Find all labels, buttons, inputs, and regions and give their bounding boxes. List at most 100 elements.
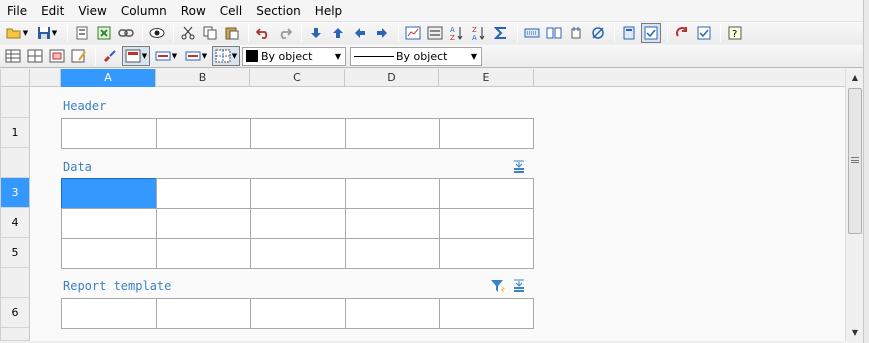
cell-d5[interactable] [345, 238, 440, 269]
vertical-scrollbar[interactable]: ▲ ▼ [845, 69, 863, 341]
column-header-e[interactable]: E [439, 69, 534, 87]
cell-e6[interactable] [439, 298, 534, 329]
null-button[interactable] [588, 23, 608, 43]
section-settings-icon[interactable] [511, 278, 527, 294]
calculator-button[interactable] [619, 23, 639, 43]
toolbar-separator [301, 24, 302, 42]
toolbar-separator [517, 24, 518, 42]
export-excel-button[interactable] [94, 23, 114, 43]
toolbar-separator [173, 24, 174, 42]
scroll-up-icon[interactable]: ▲ [846, 69, 864, 86]
menu-help[interactable]: Help [308, 0, 349, 22]
database-icon [571, 27, 581, 39]
cut-button[interactable] [178, 23, 198, 43]
cell-a6[interactable] [61, 298, 157, 329]
preview-button[interactable] [147, 23, 167, 43]
cell-c1[interactable] [250, 118, 346, 149]
cell-d3[interactable] [345, 178, 440, 209]
column-header-d[interactable]: D [345, 69, 439, 87]
help-button[interactable]: ? [725, 23, 745, 43]
cell-e1[interactable] [439, 118, 534, 149]
sum-button[interactable] [491, 23, 511, 43]
cell-b5[interactable] [156, 238, 251, 269]
scroll-thumb[interactable] [848, 88, 862, 234]
cell-b3[interactable] [156, 178, 251, 209]
move-up-button[interactable] [328, 23, 348, 43]
scroll-down-icon[interactable]: ▼ [846, 324, 864, 341]
cell-a3[interactable] [61, 178, 157, 209]
row-header-5[interactable]: 5 [1, 238, 30, 268]
cell-e5[interactable] [439, 238, 534, 269]
line-color-button[interactable]: ▼ [182, 46, 210, 66]
paste-button[interactable] [222, 23, 242, 43]
move-right-button[interactable] [372, 23, 392, 43]
line-style-button[interactable]: ▼ [152, 46, 180, 66]
grid-corner[interactable] [1, 69, 30, 87]
edit-cell-button[interactable] [69, 46, 89, 66]
arrow-left-icon [355, 28, 365, 38]
properties-button[interactable] [72, 23, 92, 43]
cell-a5[interactable] [61, 238, 157, 269]
border-style-button[interactable]: ▼ [122, 46, 150, 66]
svg-text:?: ? [732, 29, 737, 40]
format-painter-button[interactable] [100, 46, 120, 66]
redo-button[interactable] [275, 23, 295, 43]
form-button[interactable] [425, 23, 445, 43]
column-header-b[interactable]: B [156, 69, 250, 87]
open-folder-button[interactable]: ▼ [3, 23, 31, 43]
undo-icon [256, 28, 268, 39]
cell-c6[interactable] [250, 298, 346, 329]
cell-e3[interactable] [439, 178, 534, 209]
cell-b6[interactable] [156, 298, 251, 329]
filter-icon[interactable] [490, 278, 506, 294]
split-cell-button[interactable] [25, 46, 45, 66]
check-button[interactable] [694, 23, 714, 43]
menu-row[interactable]: Row [174, 0, 213, 22]
column-header-c[interactable]: C [250, 69, 345, 87]
fill-color-select[interactable]: By object ▼ [242, 46, 346, 66]
cell-a4[interactable] [61, 208, 157, 239]
move-left-button[interactable] [350, 23, 370, 43]
insert-column-button[interactable] [3, 46, 23, 66]
menu-column[interactable]: Column [114, 0, 174, 22]
cell-d4[interactable] [345, 208, 440, 239]
copy-button[interactable] [200, 23, 220, 43]
line-type-select[interactable]: By object ▼ [350, 46, 482, 66]
row-header-1[interactable]: 1 [1, 118, 30, 148]
menu-cell[interactable]: Cell [213, 0, 249, 22]
cell-c4[interactable] [250, 208, 346, 239]
cell-b4[interactable] [156, 208, 251, 239]
cell-c5[interactable] [250, 238, 346, 269]
section-settings-icon[interactable] [511, 159, 527, 175]
refresh-button[interactable] [672, 23, 692, 43]
refresh-icon [676, 27, 687, 37]
move-down-button[interactable] [306, 23, 326, 43]
grid-lines-button[interactable]: ▼ [212, 46, 240, 66]
merge-cell-button[interactable] [47, 46, 67, 66]
cell-e4[interactable] [439, 208, 534, 239]
sort-ascending-button[interactable]: AZ [447, 23, 467, 43]
book-button[interactable] [544, 23, 564, 43]
menu-edit[interactable]: Edit [34, 0, 71, 22]
column-header-a[interactable]: A [61, 69, 156, 87]
menu-section[interactable]: Section [249, 0, 308, 22]
row-header-3[interactable]: 3 [1, 178, 30, 208]
menu-view[interactable]: View [71, 0, 113, 22]
cell-a1[interactable] [61, 118, 157, 149]
fill-color-swatch [246, 50, 258, 62]
database-button[interactable] [566, 23, 586, 43]
cell-d6[interactable] [345, 298, 440, 329]
checkbox-toggle-button[interactable] [641, 23, 661, 43]
keyboard-button[interactable] [522, 23, 542, 43]
row-header-4[interactable]: 4 [1, 208, 30, 238]
save-button[interactable]: ▼ [33, 23, 61, 43]
cell-d1[interactable] [345, 118, 440, 149]
chart-button[interactable] [403, 23, 423, 43]
undo-button[interactable] [253, 23, 273, 43]
cell-b1[interactable] [156, 118, 251, 149]
menu-file[interactable]: File [0, 0, 34, 22]
cell-c3[interactable] [250, 178, 346, 209]
sort-descending-button[interactable]: ZA [469, 23, 489, 43]
link-button[interactable] [116, 23, 136, 43]
row-header-6[interactable]: 6 [1, 298, 30, 328]
